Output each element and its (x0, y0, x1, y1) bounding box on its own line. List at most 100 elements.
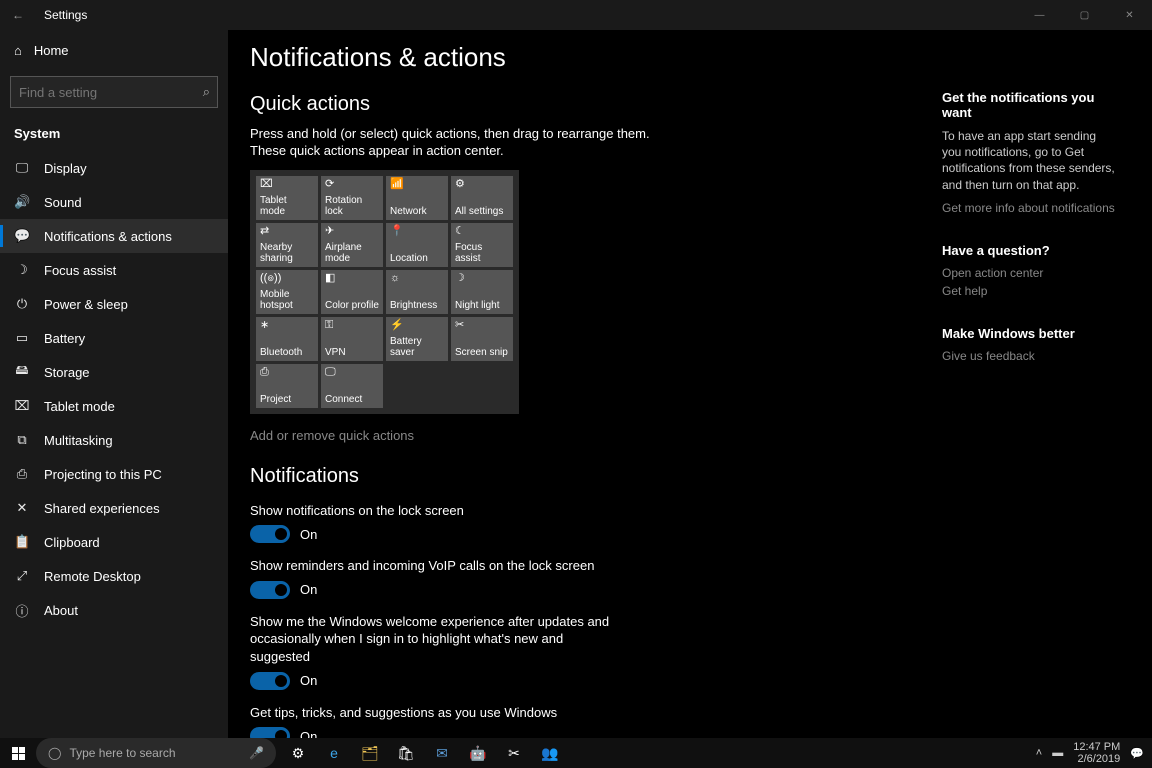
quick-action-label: Network (390, 206, 444, 217)
taskbar-app-mail[interactable]: ✉ (424, 738, 460, 768)
quick-actions-panel: ⌧Tablet mode⟳Rotation lock 📶 Network ⚙All s… (250, 170, 519, 414)
right-b1-title: Get the notifications you want (942, 90, 1118, 120)
toggle-switch[interactable] (250, 672, 290, 690)
quick-action-label: Nearby sharing (260, 242, 314, 264)
sidebar-item-projecting-to-this-pc[interactable]: ⎙ Projecting to this PC (0, 457, 228, 491)
sidebar-item-icon: ⎙ (14, 466, 30, 482)
close-button[interactable]: ✕ (1107, 0, 1152, 30)
quick-action-icon: ⎙ (260, 367, 314, 378)
quick-action-icon: 📍 (390, 226, 444, 237)
quick-action-icon: ⚡ (390, 320, 444, 331)
taskbar-app-store[interactable]: 🛍 (388, 738, 424, 768)
search-input[interactable] (10, 76, 218, 108)
toggle-row: Show reminders and incoming VoIP calls o… (250, 557, 922, 599)
toggle-state: On (300, 673, 317, 688)
quick-action-icon: ☽ (455, 273, 509, 284)
tray-battery-icon[interactable]: ▬ (1052, 747, 1063, 759)
quick-action-icon: ☼ (390, 273, 444, 284)
give-feedback-link[interactable]: Give us feedback (942, 349, 1118, 363)
get-help-link[interactable]: Get help (942, 284, 1118, 298)
sidebar-item-label: Sound (44, 195, 82, 210)
sidebar-item-tablet-mode[interactable]: ⌧Tablet mode (0, 389, 228, 423)
sidebar-item-label: Tablet mode (44, 399, 115, 414)
sidebar-item-multitasking[interactable]: ⧉Multitasking (0, 423, 228, 457)
tray-chevron-icon[interactable]: ˄ (1036, 747, 1042, 759)
sidebar-item-label: Multitasking (44, 433, 113, 448)
window-title: Settings (44, 8, 87, 22)
right-b1-link[interactable]: Get more info about notifications (942, 201, 1118, 215)
taskbar-search[interactable]: ◯ Type here to search 🎤 (36, 738, 276, 768)
quick-action-label: Brightness (390, 300, 444, 311)
toggle-label: Show notifications on the lock screen (250, 502, 610, 520)
toggle-switch[interactable] (250, 581, 290, 599)
toggle-switch[interactable] (250, 525, 290, 543)
action-center-icon[interactable]: 💬 (1130, 747, 1144, 760)
quick-action-battery-saver[interactable]: ⚡ Battery saver (386, 317, 448, 361)
toggle-row: Get tips, tricks, and suggestions as you… (250, 704, 922, 738)
sidebar-item-label: Display (44, 161, 87, 176)
quick-action-label: Tablet mode (260, 195, 314, 217)
sidebar-item-storage[interactable]: 🖴Storage (0, 355, 228, 389)
sidebar-item-icon: ⏻ (14, 296, 30, 312)
quick-action-night-light[interactable]: ☽Night light (451, 270, 513, 314)
sidebar-item-sound[interactable]: 🔊 Sound (0, 185, 228, 219)
maximize-button[interactable]: ▢ (1062, 0, 1107, 30)
sidebar-item-icon: ✕ (14, 500, 30, 516)
taskbar-app-edge[interactable]: e (316, 738, 352, 768)
sidebar-item-shared-experiences[interactable]: ✕Shared experiences (0, 491, 228, 525)
sidebar-home[interactable]: ⌂ Home (0, 30, 228, 70)
titlebar: ← Settings — ▢ ✕ (0, 0, 1152, 30)
start-button[interactable] (0, 747, 36, 760)
quick-action-mobile-hotspot[interactable]: ((๏))Mobile hotspot (256, 270, 318, 314)
sidebar-item-label: Projecting to this PC (44, 467, 162, 482)
sidebar-item-icon: 🔊 (14, 194, 30, 210)
sidebar-item-battery[interactable]: ▭Battery (0, 321, 228, 355)
quick-action-icon: ⟳ (325, 179, 379, 190)
taskbar-clock[interactable]: 12:47 PM 2/6/2019 (1073, 741, 1120, 765)
quick-action-network[interactable]: 📶 Network (386, 176, 448, 220)
quick-action-airplane-mode[interactable]: ✈Airplane mode (321, 223, 383, 267)
taskbar-app-explorer[interactable]: 🗂 (352, 738, 388, 768)
quick-action-project[interactable]: ⎙Project (256, 364, 318, 408)
quick-action-screen-snip[interactable]: ✂Screen snip (451, 317, 513, 361)
quick-action-rotation-lock[interactable]: ⟳Rotation lock (321, 176, 383, 220)
quick-action-tablet-mode[interactable]: ⌧Tablet mode (256, 176, 318, 220)
sidebar-item-display[interactable]: 🖵Display (0, 151, 228, 185)
add-remove-quick-actions-link[interactable]: Add or remove quick actions (250, 428, 414, 443)
sidebar-item-notifications-actions[interactable]: 💬Notifications & actions (0, 219, 228, 253)
quick-action-connect[interactable]: 🖵Connect (321, 364, 383, 408)
sidebar-item-clipboard[interactable]: 📋Clipboard (0, 525, 228, 559)
taskbar-app-teams[interactable]: 👥 (532, 738, 568, 768)
quick-action-icon: ✈ (325, 226, 379, 237)
taskbar-app-android[interactable]: 🤖 (460, 738, 496, 768)
sidebar-item-label: Clipboard (44, 535, 100, 550)
quick-action-label: Mobile hotspot (260, 289, 314, 311)
back-icon[interactable]: ← (12, 8, 24, 22)
taskbar-app-settings[interactable]: ⚙ (280, 738, 316, 768)
open-action-center-link[interactable]: Open action center (942, 266, 1118, 280)
quick-action-focus-assist[interactable]: ☾Focus assist (451, 223, 513, 267)
quick-action-icon: 📶 (390, 179, 444, 190)
quick-action-nearby-sharing[interactable]: ⇄Nearby sharing (256, 223, 318, 267)
toggle-state: On (300, 527, 317, 542)
sidebar-item-about[interactable]: ⓘAbout (0, 593, 228, 627)
taskbar-search-placeholder: Type here to search (69, 746, 175, 760)
sidebar-item-label: Remote Desktop (44, 569, 141, 584)
sidebar-item-remote-desktop[interactable]: ⤢Remote Desktop (0, 559, 228, 593)
quick-action-all-settings[interactable]: ⚙All settings (451, 176, 513, 220)
quick-action-brightness[interactable]: ☼ Brightness (386, 270, 448, 314)
quick-action-label: Battery saver (390, 336, 444, 358)
quick-actions-desc: Press and hold (or select) quick actions… (250, 126, 650, 160)
sidebar-item-focus-assist[interactable]: ☽Focus assist (0, 253, 228, 287)
taskbar-app-snip[interactable]: ✂ (496, 738, 532, 768)
toggle-switch[interactable] (250, 727, 290, 738)
quick-action-location[interactable]: 📍Location (386, 223, 448, 267)
quick-action-color-profile[interactable]: ◧Color profile (321, 270, 383, 314)
sidebar-item-label: Notifications & actions (44, 229, 172, 244)
quick-action-label: Bluetooth (260, 347, 314, 358)
sidebar-item-power-sleep[interactable]: ⏻Power & sleep (0, 287, 228, 321)
minimize-button[interactable]: — (1017, 0, 1062, 30)
quick-action-vpn[interactable]: ⚿VPN (321, 317, 383, 361)
quick-action-icon: ⚙ (455, 179, 509, 190)
quick-action-bluetooth[interactable]: ∗Bluetooth (256, 317, 318, 361)
